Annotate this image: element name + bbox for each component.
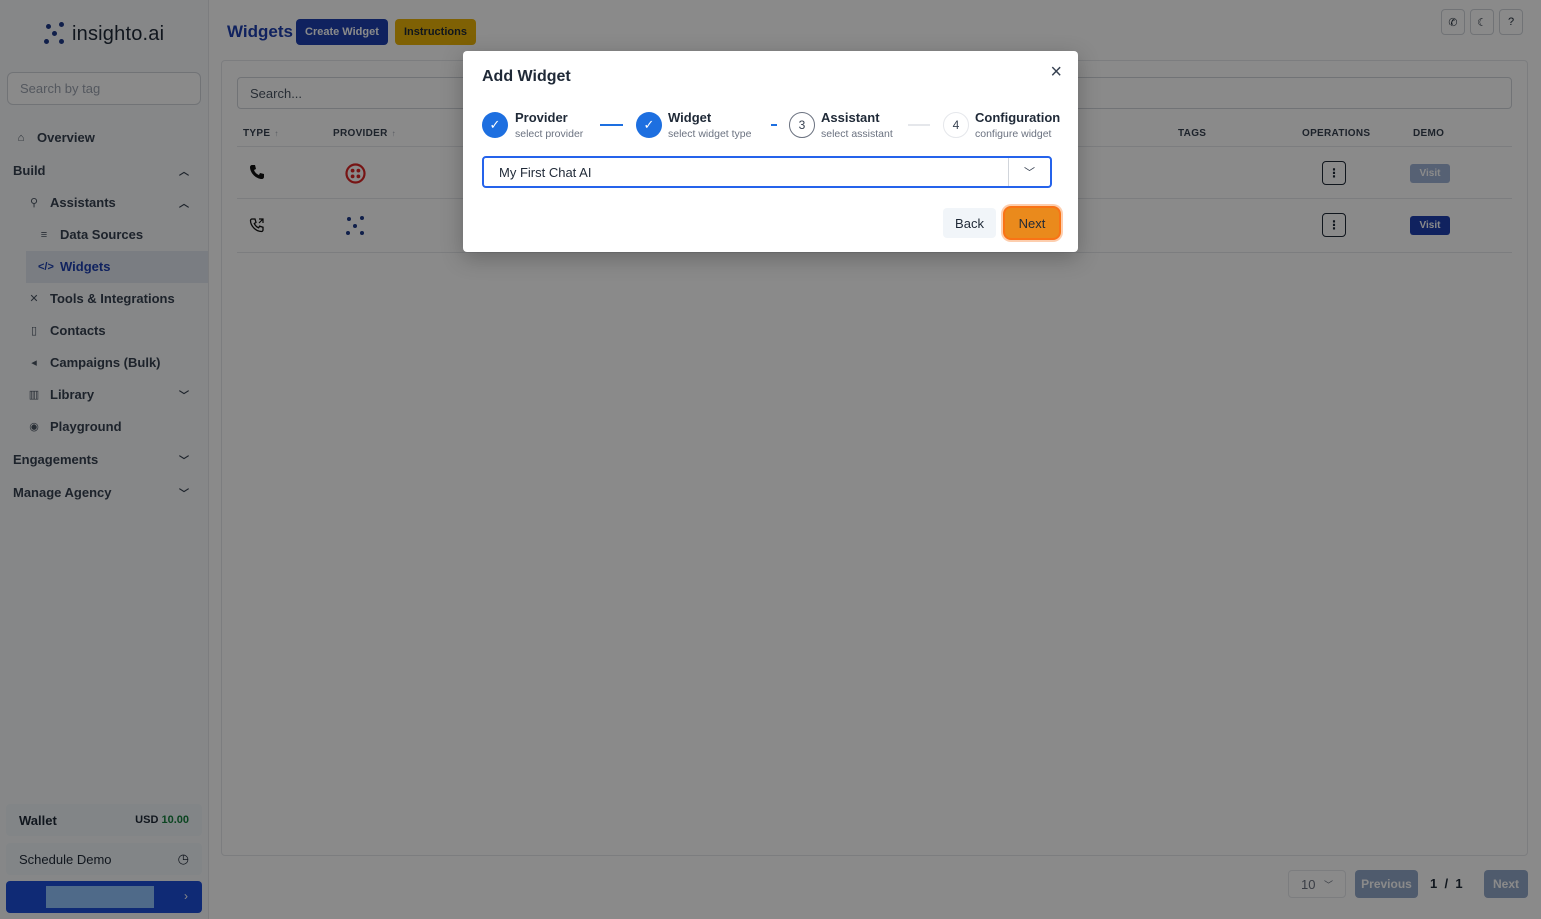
step-title: Widget <box>668 110 712 125</box>
next-button[interactable]: Next <box>1003 206 1061 240</box>
add-widget-modal: Add Widget × ✓ Provider select provider … <box>463 51 1078 252</box>
step-check-icon: ✓ <box>482 112 508 138</box>
step-number: 3 <box>789 112 815 138</box>
step-subtitle: configure widget <box>975 128 1052 140</box>
step-title: Provider <box>515 110 568 125</box>
step-check-icon: ✓ <box>636 112 662 138</box>
step-title: Assistant <box>821 110 880 125</box>
step-connector <box>908 124 930 126</box>
modal-title: Add Widget <box>482 68 571 85</box>
chevron-down-icon[interactable]: ﹀ <box>1008 158 1050 186</box>
step-subtitle: select assistant <box>821 128 893 140</box>
assistant-select-value: My First Chat AI <box>499 164 592 180</box>
step-number: 4 <box>943 112 969 138</box>
close-icon[interactable]: × <box>1050 61 1062 84</box>
assistant-select[interactable]: My First Chat AI ﹀ <box>482 156 1052 188</box>
back-button[interactable]: Back <box>943 208 996 238</box>
step-subtitle: select provider <box>515 128 584 140</box>
step-subtitle: select widget type <box>668 128 752 140</box>
step-connector <box>771 124 777 126</box>
step-connector <box>600 124 623 126</box>
step-title: Configuration <box>975 110 1061 125</box>
